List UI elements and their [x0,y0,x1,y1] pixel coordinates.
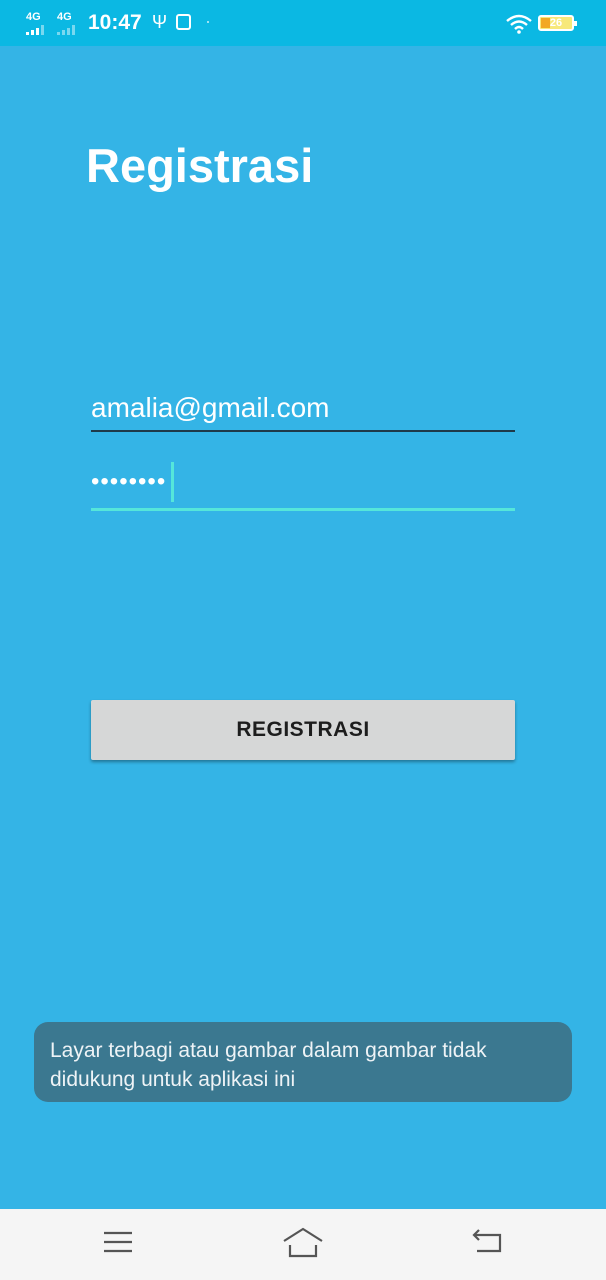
text-cursor [171,462,174,502]
sim2-network-type: 4G [57,11,72,23]
page-title: Registrasi [86,139,314,192]
wifi-icon [506,14,532,34]
battery-icon: 26 [538,15,577,31]
sim1-network-type: 4G [26,11,41,23]
email-field[interactable]: amalia@gmail.com [91,388,515,432]
battery-level: 26 [549,17,563,29]
back-icon[interactable] [472,1227,504,1255]
sim1-signal-icon: 4G [26,12,44,35]
clock: 10:47 [88,11,142,34]
toast-message: Layar terbagi atau gambar dalam gambar t… [34,1022,572,1102]
status-bar: 4G 4G 10:47 Ψ 26 [0,0,606,46]
password-value: •••••••• [91,468,167,495]
register-button[interactable]: REGISTRASI [91,700,515,760]
password-field[interactable]: •••••••• [91,460,515,511]
menu-icon[interactable] [102,1227,134,1257]
dot-icon [207,21,209,23]
home-icon[interactable] [282,1227,324,1259]
usb-icon: Ψ [152,12,168,32]
email-value: amalia@gmail.com [91,392,330,423]
navigation-bar [0,1209,606,1280]
sim2-signal-icon: 4G [57,12,75,35]
notification-icon [176,14,191,30]
